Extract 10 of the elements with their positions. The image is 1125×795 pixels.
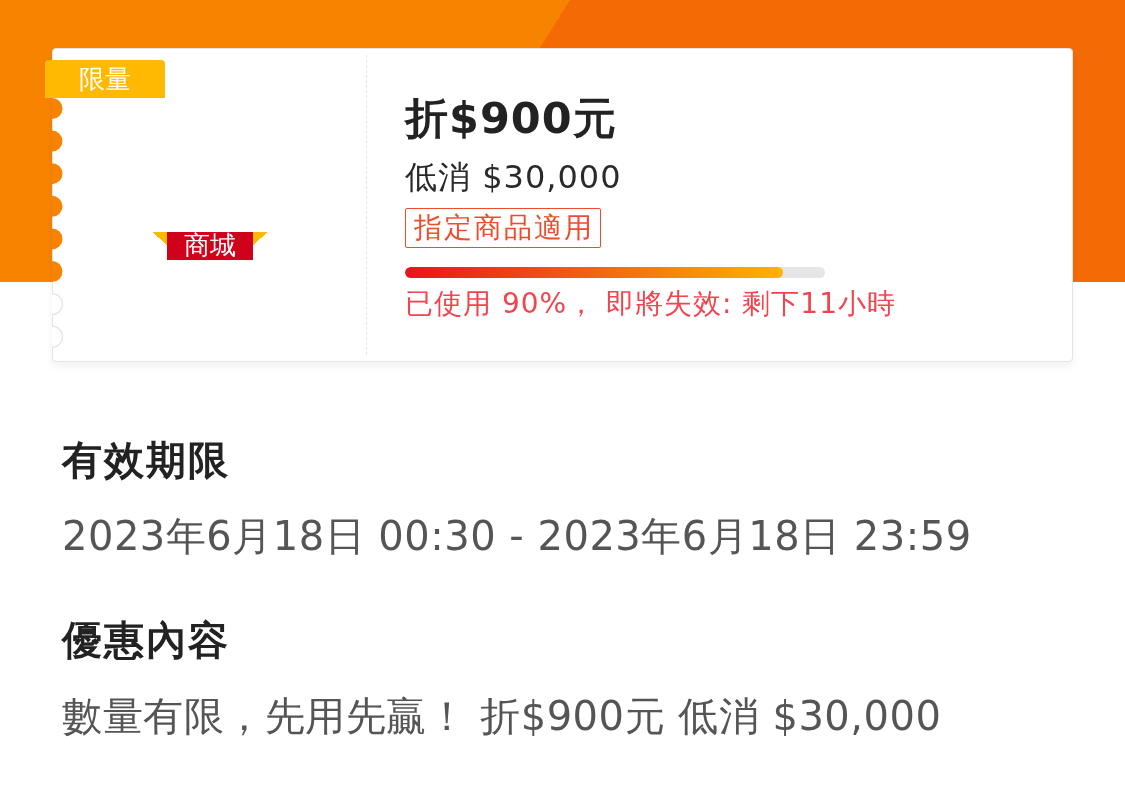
section-heading: 有效期限 bbox=[62, 436, 231, 485]
applicable-tag: 指定商品適用 bbox=[405, 208, 601, 248]
minimum-spend: 低消 $30,000 bbox=[405, 157, 622, 198]
section-text: 2023年6月18日 00:30 - 2023年6月18日 23:59 bbox=[62, 512, 973, 561]
mall-label: 商城 bbox=[166, 232, 253, 260]
discount-title: 折$900元 bbox=[405, 92, 617, 144]
section-heading: 優惠內容 bbox=[62, 616, 231, 665]
limited-badge: 限量 bbox=[45, 60, 165, 98]
section-text: 數量有限，先用先贏！ 折$900元 低消 $30,000 bbox=[62, 692, 943, 741]
usage-status: 已使用 90%， 即將失效: 剩下11小時 bbox=[405, 286, 896, 322]
